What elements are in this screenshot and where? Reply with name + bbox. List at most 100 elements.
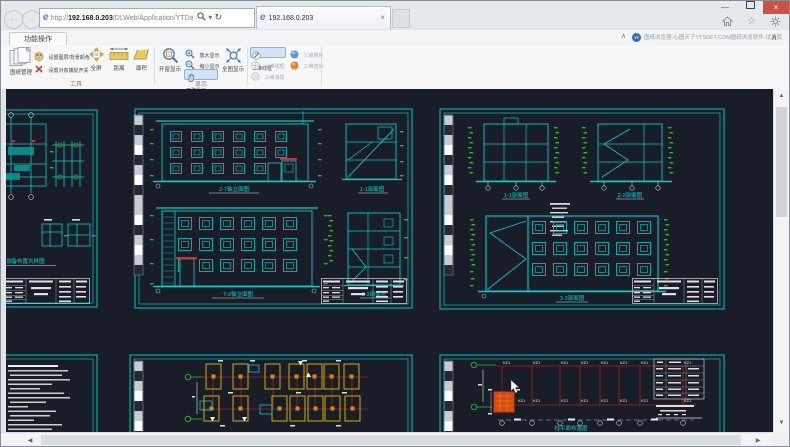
svg-text:KZ1: KZ1 (533, 360, 541, 365)
group-label-display: 显示 (157, 79, 245, 88)
sheet-legend-strip (444, 361, 453, 432)
wireframe-3d-button[interactable]: 三维线框 (251, 58, 284, 69)
drawing-manager-button[interactable]: 图纸管理 (4, 47, 38, 79)
section-2: 2-2剖面图 (582, 124, 673, 199)
window-zoom-button[interactable]: 开窗显示 (157, 47, 183, 69)
axis-bubble (471, 362, 477, 368)
area-button[interactable]: 面积 (131, 47, 152, 66)
section-2-label: 2-2剖面图 (618, 191, 643, 199)
scroll-left-icon[interactable]: ◀ (23, 437, 37, 444)
table-caption (656, 405, 702, 418)
scroll-up-icon[interactable]: ▲ (774, 93, 789, 99)
svg-text:KZ1: KZ1 (620, 398, 628, 403)
minimize-button[interactable]: — (713, 1, 737, 14)
ribbon-collapse-icon[interactable]: ∧ (771, 32, 778, 43)
chevron-up-icon[interactable]: ∧ (621, 32, 626, 40)
set-layer-bg-button[interactable]: 设置图层/背景颜色 (34, 49, 90, 60)
mouse-cursor (511, 380, 519, 393)
tab-title: 192.168.0.203 (269, 15, 314, 22)
new-tab-button[interactable] (392, 9, 410, 28)
group-label-tools: 工具 (31, 79, 121, 88)
settings-gear-icon[interactable] (769, 16, 782, 28)
zoom-out-button[interactable]: 缩小显示 (185, 58, 219, 69)
title-bar: ← → ehttp://192.168.0.203/DLWeb/Applicat… (1, 1, 789, 29)
fullscreen-button[interactable]: 全屏 (85, 47, 107, 67)
svg-text:KZ1: KZ1 (641, 360, 649, 365)
sheet-sections: 1-1剖面图 2-2剖面图 (440, 109, 724, 309)
scroll-down-icon[interactable]: ▼ (774, 420, 789, 426)
sheet-notes (6, 355, 97, 432)
browser-tab[interactable]: e192.168.0.203 × (256, 6, 391, 29)
title-block (6, 279, 90, 304)
horizontal-scrollbar[interactable]: ◀ ▶ (1, 432, 773, 447)
svg-text:KZ1: KZ1 (503, 360, 511, 365)
svg-text:KZ1: KZ1 (641, 398, 649, 403)
home-icon[interactable] (721, 16, 734, 28)
zoom-extents-button[interactable]: 全图显示 (220, 47, 246, 69)
svg-text:KZ1: KZ1 (581, 360, 589, 365)
svg-text:KZ1: KZ1 (518, 398, 526, 403)
horizontal-scroll-thumb[interactable] (41, 435, 741, 445)
stair-section-1: 1-1剖面图 (342, 124, 404, 193)
address-bar[interactable]: ehttp://192.168.0.203/DLWeb/Application/… (39, 8, 255, 28)
window-zoom-icon (162, 47, 179, 64)
close-button[interactable]: × (763, 1, 789, 14)
axis-bubble (185, 374, 191, 380)
dimension-marks (218, 360, 347, 427)
section-1-label: 1-1剖面图 (504, 191, 529, 199)
ie-favicon: e (40, 12, 51, 23)
stair-section-1-label: 1-1剖面图 (360, 185, 385, 193)
group-separator (247, 47, 248, 85)
dimension-stack (328, 215, 333, 261)
vertical-scrollbar[interactable]: ▲ ▼ (773, 89, 789, 432)
four-arrows-icon (89, 47, 104, 62)
svg-text:KZ1: KZ1 (561, 360, 569, 365)
ruler-icon (109, 47, 129, 61)
elevation-1-label: 2-7轴立面图 (219, 185, 249, 193)
x-icon (34, 64, 44, 74)
set-osnap-button[interactable]: 设置对象捕捉开关 (34, 62, 88, 73)
zoom-in-button[interactable]: 放大显示 (185, 47, 219, 58)
maximize-button[interactable] (738, 1, 762, 14)
back-icon: ← (9, 13, 19, 24)
sheet-legend-strip (134, 115, 143, 275)
documents-icon (9, 47, 33, 67)
axis-bubble (471, 404, 477, 410)
favorites-star-icon[interactable]: ☆ (745, 16, 758, 28)
url-host: 192.168.0.203 (68, 15, 113, 22)
elevation-2-label: 7-2轴立面图 (223, 290, 253, 298)
distance-button[interactable]: 距离 (108, 47, 130, 66)
maximize-icon (746, 1, 755, 9)
svg-text:KZ1: KZ1 (601, 360, 609, 365)
svg-text:KZ1: KZ1 (561, 398, 569, 403)
section-large-label: 3-3剖面图 (560, 294, 585, 302)
cad-viewport[interactable]: 设备布置大样图 (6, 89, 774, 432)
hidden-3d-button[interactable]: 三维消隐 (251, 69, 284, 80)
close-icon: × (774, 3, 779, 12)
brand-text: 图纸浏览器-心图天下YTSOFT.COM图纸浏览软件-试用版 (644, 32, 782, 44)
sheet-foundation-plan (130, 355, 412, 432)
notes-text-lines (8, 365, 70, 430)
section-large: 3-3剖面图 (470, 216, 669, 302)
refresh-icon[interactable]: ↻ (214, 12, 222, 22)
selected-column[interactable] (488, 389, 520, 415)
back-button[interactable]: ← (4, 10, 23, 29)
svg-text:KZ1: KZ1 (533, 398, 541, 403)
search-icon[interactable] (197, 12, 206, 21)
svg-text:KZ1: KZ1 (684, 360, 692, 365)
dropdown-icon[interactable]: ▾ (208, 13, 212, 22)
elevation-2: 7-2轴立面图 (150, 208, 328, 298)
vertical-scroll-thumb[interactable] (776, 107, 787, 217)
scroll-right-icon[interactable]: ▶ (751, 437, 765, 444)
command-bar: 功能操作 ∧ YT 图纸浏览器-心图天下YTSOFT.COM图纸浏览软件-试用版… (1, 29, 789, 46)
svg-text:KZ1: KZ1 (581, 398, 589, 403)
wireframe-2d-button[interactable]: 二维线框 (250, 47, 286, 58)
hidden-3d-icon (251, 72, 260, 81)
shaded-3d-button[interactable]: 三维着色 (290, 47, 323, 58)
tab-close-icon[interactable]: × (380, 7, 390, 28)
column-plan-label: 柱平面布置图 (554, 424, 588, 432)
palette-icon (34, 51, 44, 61)
bottom-axis-row (498, 419, 694, 426)
rendered-3d-button[interactable]: 三维渲染 (290, 58, 323, 69)
url-protocol: http:// (51, 15, 69, 22)
